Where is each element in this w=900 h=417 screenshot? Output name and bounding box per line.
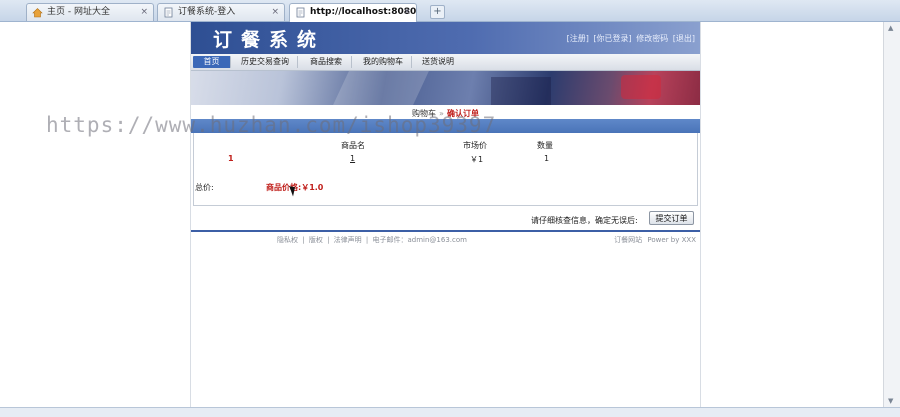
close-tab-icon[interactable]: × (271, 4, 279, 21)
footer-separator: | (365, 236, 369, 244)
logged-in-status: [你已登录] (593, 34, 632, 43)
row-index: 1 (228, 154, 234, 163)
browser-tab-title: http://localhost:8080/... (310, 7, 417, 17)
copyright-link[interactable]: 版权 (309, 236, 323, 244)
site-banner: 订餐系统 [注册] [你已登录] 修改密码 [退出] (191, 22, 700, 54)
powered-by: Power by XXX (647, 236, 696, 244)
vertical-scrollbar[interactable]: ▲ ▼ (883, 22, 900, 407)
home-icon (32, 8, 43, 18)
column-header-name: 商品名 (341, 141, 365, 150)
logout-link[interactable]: [退出] (673, 34, 695, 43)
page-icon (164, 7, 173, 18)
site-footer: 隐私权 | 版权 | 法律声明 | 电子邮件：admin@163.com 订餐网… (191, 235, 700, 247)
footer-divider (191, 230, 700, 232)
nav-item-home[interactable]: 首页 (193, 56, 231, 68)
hero-banner-image (191, 71, 700, 105)
product-quantity: 1 (544, 154, 550, 163)
nav-item-delivery[interactable]: 送货说明 (415, 56, 461, 68)
privacy-link[interactable]: 隐私权 (277, 236, 298, 244)
browser-tab-title: 订餐系统-登入 (178, 7, 236, 17)
submit-order-button[interactable]: 提交订单 (649, 211, 694, 225)
nav-item-search[interactable]: 商品搜索 (301, 56, 352, 68)
new-tab-button[interactable]: + (430, 5, 445, 19)
confirm-instruction: 请仔细核查信息，确定无误后: (531, 216, 638, 225)
watermark-text: https://www.huzhan.com/ishop39397 (46, 113, 497, 137)
legal-link[interactable]: 法律声明 (334, 236, 362, 244)
change-password-link[interactable]: 修改密码 (636, 34, 668, 43)
footer-separator: | (327, 236, 330, 244)
footer-separator: | (302, 236, 305, 244)
browser-tab-title: 主页 - 网址大全 (47, 7, 110, 17)
browser-tab-login[interactable]: 订餐系统-登入 × (157, 3, 285, 21)
nav-item-history[interactable]: 历史交易查询 (233, 56, 298, 68)
browser-tab-home[interactable]: 主页 - 网址大全 × (26, 3, 154, 21)
order-panel (193, 133, 698, 206)
site-name-footer: 订餐网站 (614, 236, 643, 244)
product-price: ￥1 (470, 155, 484, 164)
main-nav: 首页 历史交易查询 商品搜索 我的购物车 送货说明 (191, 54, 700, 71)
email-link[interactable]: 电子邮件：admin@163.com (372, 236, 466, 244)
page-icon (296, 7, 305, 18)
scroll-up-icon[interactable]: ▲ (888, 24, 893, 32)
column-header-price: 市场价 (463, 141, 487, 150)
total-label: 总价: (195, 183, 214, 192)
register-link[interactable]: [注册] (567, 34, 589, 43)
browser-tab-strip: 主页 - 网址大全 × 订餐系统-登入 × http://localhost:8… (0, 0, 900, 22)
close-tab-icon[interactable]: × (140, 4, 148, 21)
scroll-down-icon[interactable]: ▼ (888, 397, 893, 405)
close-tab-icon[interactable]: × (403, 4, 411, 21)
site-logo: 订餐系统 (213, 29, 326, 51)
top-links: [注册] [你已登录] 修改密码 [退出] (566, 33, 696, 44)
product-name-link[interactable]: 1 (350, 154, 355, 163)
nav-item-cart[interactable]: 我的购物车 (355, 56, 412, 68)
column-header-quantity: 数量 (537, 141, 553, 150)
browser-tab-current[interactable]: http://localhost:8080/... × (289, 3, 417, 22)
site-container: 订餐系统 [注册] [你已登录] 修改密码 [退出] 首页 历史交易查询 商品搜… (190, 22, 701, 407)
